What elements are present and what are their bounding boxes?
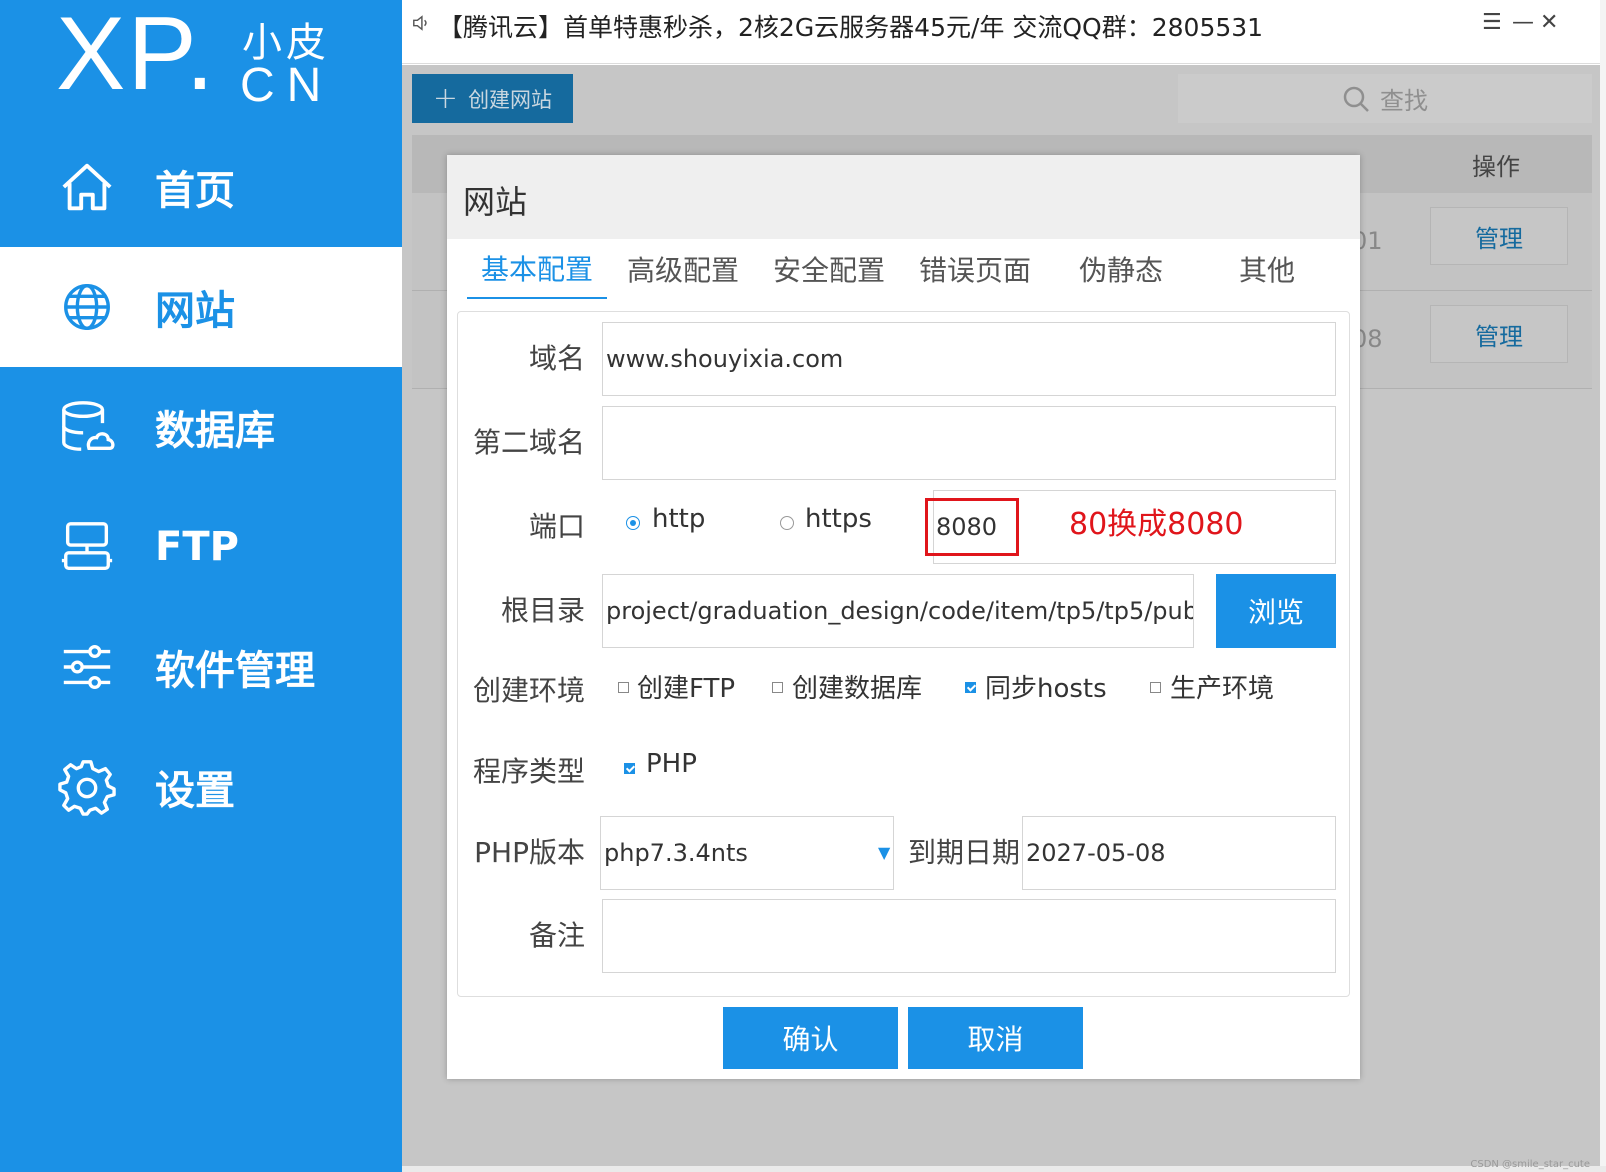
- php-option-label: PHP: [646, 749, 697, 779]
- manage-button[interactable]: 管理: [1430, 207, 1568, 265]
- browse-button[interactable]: 浏览: [1216, 574, 1336, 648]
- sidebar-item-label: 数据库: [155, 408, 275, 454]
- ftp-server-icon: [61, 522, 113, 570]
- sidebar-item-website[interactable]: 网站: [0, 247, 402, 367]
- https-radio[interactable]: [780, 516, 794, 530]
- expire-date-field[interactable]: 2027-05-08: [1022, 816, 1336, 890]
- app-logo: XP. 小皮 CN: [52, 0, 382, 120]
- expire-date-label: 到期日期: [908, 836, 1021, 869]
- globe-icon: [64, 284, 110, 330]
- ops-column-header: 操作: [1472, 153, 1520, 181]
- red-annotation: 80换成8080: [1069, 507, 1244, 542]
- create-ftp-checkbox[interactable]: [618, 682, 629, 693]
- create-db-label: 创建数据库: [792, 674, 923, 704]
- sliders-icon: [63, 645, 111, 689]
- program-type-label: 程序类型: [472, 755, 585, 788]
- watermark-text: CSDN @smile_star_cute: [1470, 1159, 1590, 1170]
- sidebar: XP. 小皮 CN 首页 网站 数据库 FTP 软件管理 设置: [0, 0, 402, 1172]
- tab-error-pages[interactable]: 错误页面: [905, 239, 1045, 299]
- speaker-icon: [413, 15, 427, 31]
- search-placeholder: 查找: [1380, 87, 1428, 115]
- sync-hosts-checkbox[interactable]: [965, 682, 976, 693]
- note-label: 备注: [528, 919, 585, 952]
- create-ftp-label: 创建FTP: [637, 674, 736, 704]
- search-input[interactable]: 查找: [1178, 74, 1592, 123]
- sidebar-item-label: 设置: [155, 768, 235, 814]
- port-input[interactable]: 8080: [925, 498, 1019, 556]
- status-strip: [402, 1166, 1606, 1172]
- sidebar-item-ftp[interactable]: FTP: [0, 487, 402, 607]
- production-env-label: 生产环境: [1170, 674, 1275, 704]
- confirm-button[interactable]: 确认: [723, 1007, 898, 1069]
- dialog-title: 网站: [463, 183, 528, 221]
- domain-field[interactable]: www.shouyixia.com: [602, 322, 1336, 396]
- tab-basic[interactable]: 基本配置: [467, 239, 607, 299]
- minimize-icon[interactable]: —: [1512, 10, 1534, 35]
- sidebar-item-label: 首页: [155, 168, 235, 214]
- root-dir-label: 根目录: [500, 594, 585, 627]
- search-icon: [1343, 86, 1369, 112]
- sidebar-item-label: 软件管理: [155, 648, 315, 694]
- dialog-header: 网站: [447, 155, 1360, 239]
- php-version-value: php7.3.4nts: [604, 839, 748, 867]
- dialog-tabs: 基本配置 高级配置 安全配置 错误页面 伪静态 其他: [467, 239, 1347, 301]
- tab-security[interactable]: 安全配置: [759, 239, 899, 299]
- database-icon: [62, 401, 115, 451]
- website-dialog: 网站 基本配置 高级配置 安全配置 错误页面 伪静态 其他 域名 www.sho…: [447, 155, 1360, 1079]
- tab-advanced[interactable]: 高级配置: [613, 239, 753, 299]
- sidebar-item-database[interactable]: 数据库: [0, 367, 402, 487]
- window-edge: [1600, 0, 1606, 1172]
- domain-label: 域名: [528, 342, 585, 375]
- logo-cn-text: CN: [240, 59, 334, 112]
- note-field[interactable]: [602, 899, 1336, 973]
- sidebar-item-home[interactable]: 首页: [0, 127, 402, 247]
- production-env-checkbox[interactable]: [1150, 682, 1161, 693]
- manage-button[interactable]: 管理: [1430, 305, 1568, 363]
- php-version-label: PHP版本: [474, 836, 585, 869]
- second-domain-field[interactable]: [602, 406, 1336, 480]
- ad-banner-text[interactable]: 【腾讯云】首单特惠秒杀，2核2G云服务器45元/年 交流QQ群：2805531: [438, 8, 1263, 44]
- chevron-down-icon: ▼: [878, 843, 891, 862]
- port-label: 端口: [528, 510, 585, 543]
- cancel-button[interactable]: 取消: [908, 1007, 1083, 1069]
- gear-icon: [58, 760, 116, 816]
- plus-icon: +: [432, 80, 459, 116]
- create-site-label: 创建网站: [468, 87, 553, 112]
- php-checkbox[interactable]: [624, 763, 635, 774]
- sidebar-item-label: FTP: [155, 524, 239, 570]
- logo-brand: XP.: [56, 0, 217, 112]
- http-radio[interactable]: [626, 516, 640, 530]
- php-version-select[interactable]: php7.3.4nts: [600, 816, 894, 890]
- https-option-label: https: [805, 504, 872, 534]
- menu-icon[interactable]: ☰: [1482, 10, 1502, 35]
- env-label: 创建环境: [472, 674, 585, 707]
- second-domain-label: 第二域名: [472, 426, 585, 459]
- close-icon[interactable]: ✕: [1540, 10, 1558, 35]
- http-option-label: http: [652, 504, 706, 534]
- sidebar-item-settings[interactable]: 设置: [0, 727, 402, 847]
- root-dir-field[interactable]: project/graduation_design/code/item/tp5/…: [602, 574, 1194, 648]
- title-bar: 【腾讯云】首单特惠秒杀，2核2G云服务器45元/年 交流QQ群：2805531 …: [402, 0, 1606, 64]
- sidebar-item-software[interactable]: 软件管理: [0, 607, 402, 727]
- create-site-button[interactable]: + 创建网站: [412, 74, 573, 123]
- sidebar-item-label: 网站: [155, 288, 235, 334]
- create-db-checkbox[interactable]: [772, 682, 783, 693]
- tab-other[interactable]: 其他: [1197, 239, 1337, 299]
- sync-hosts-label: 同步hosts: [985, 674, 1107, 704]
- home-icon: [62, 163, 112, 211]
- tab-rewrite[interactable]: 伪静态: [1051, 239, 1191, 299]
